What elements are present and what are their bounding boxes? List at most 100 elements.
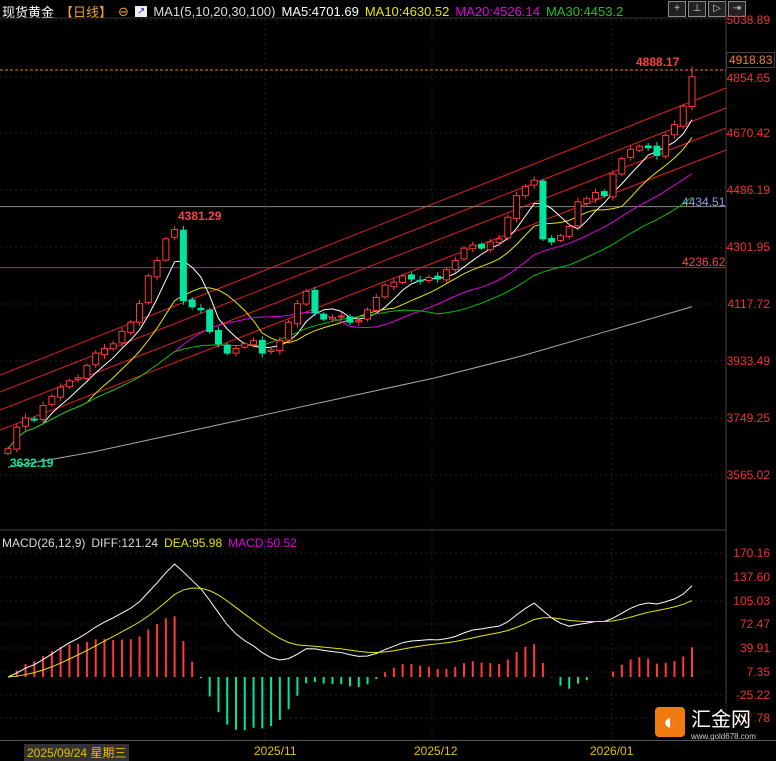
candle-body: [513, 195, 521, 219]
time-tick: 2025/11: [254, 744, 297, 758]
candle-body: [355, 320, 363, 323]
candle-body: [530, 179, 538, 186]
candle-body: [293, 303, 301, 325]
trend-line: [0, 149, 727, 431]
candle-body: [416, 279, 424, 282]
candle-body: [162, 238, 170, 261]
candle-body: [670, 124, 678, 136]
macd-tick: -25.22: [735, 688, 770, 702]
candle-body: [48, 395, 56, 405]
time-tick: 2026/01: [590, 744, 634, 758]
price-tick: 4301.95: [726, 240, 770, 254]
candle-body: [179, 229, 187, 302]
candle-body: [679, 105, 687, 127]
candle-body: [495, 238, 503, 243]
price-chart[interactable]: [0, 0, 776, 740]
price-tick: 3565.02: [726, 468, 770, 482]
price-tick: 5038.89: [726, 13, 770, 27]
candle-body: [232, 347, 240, 354]
candle-body: [390, 281, 398, 288]
candle-body: [109, 343, 117, 350]
candle-body: [556, 235, 564, 241]
candle-body: [92, 352, 100, 366]
candle-body: [39, 405, 47, 420]
candle-body: [250, 340, 258, 346]
low-label: 3632.19: [10, 456, 54, 470]
candle-body: [609, 173, 617, 198]
candle-body: [83, 364, 91, 379]
candle-body: [600, 191, 608, 197]
candle-body: [478, 243, 486, 249]
candle-body: [302, 290, 310, 305]
trend-line: [0, 107, 727, 393]
candle-body: [144, 275, 152, 303]
candle-body: [285, 321, 293, 341]
current-date: 2025/09/24 星期三: [24, 744, 130, 761]
peak-label: 4381.29: [178, 209, 222, 223]
price-tick: 4854.65: [726, 71, 770, 85]
price-tick: 4117.72: [727, 297, 771, 311]
price-tick: 3933.49: [726, 354, 770, 368]
macd-label: MACD(26,12,9): [2, 536, 86, 550]
candle-body: [118, 330, 126, 344]
candle-body: [644, 145, 652, 149]
trend-line: [0, 87, 727, 376]
candle-body: [241, 343, 249, 348]
ma20-line: [7, 173, 693, 450]
ma5-line: [7, 119, 693, 450]
candle-body: [337, 315, 345, 318]
time-tick: 2025/12: [414, 744, 458, 758]
candle-body: [653, 145, 661, 156]
diff-value: DIFF:121.24: [91, 536, 159, 550]
macd-tick: 7.35: [746, 665, 770, 679]
candle-body: [451, 259, 459, 270]
candle-body: [223, 344, 231, 354]
candle-body: [57, 386, 65, 398]
gold678-logo: ◐ 汇金网 www.gold678.com: [655, 703, 756, 741]
candle-body: [627, 148, 635, 158]
candle-body: [583, 198, 591, 204]
candle-body: [320, 313, 328, 320]
price-tick: 4670.42: [726, 126, 770, 140]
candle-body: [469, 244, 477, 250]
candle-body: [100, 347, 108, 356]
candle-body: [372, 296, 380, 311]
high-label: 4888.17: [636, 55, 680, 69]
price-tick: 3749.25: [726, 411, 770, 425]
candle-body: [267, 349, 275, 353]
candle-body: [153, 259, 161, 278]
candle-body: [311, 289, 319, 314]
candle-body: [214, 330, 222, 345]
macd-tick: 105.03: [733, 594, 770, 608]
candle-body: [425, 276, 433, 282]
candle-body: [188, 299, 196, 308]
candle-body: [434, 275, 442, 280]
candle-body: [565, 225, 573, 237]
candle-body: [328, 317, 336, 320]
candle-body: [258, 339, 266, 354]
candle-body: [618, 158, 626, 175]
candle-body: [635, 145, 643, 151]
candle-body: [399, 275, 407, 283]
candle-body: [688, 76, 696, 107]
macd-tick: 137.60: [733, 570, 770, 584]
dea-value: DEA:95.98: [164, 536, 223, 550]
candle-body: [442, 269, 450, 281]
candle-body: [486, 241, 494, 251]
candle-body: [548, 238, 556, 243]
macd-tick: 170.16: [733, 546, 770, 560]
candle-body: [504, 216, 512, 239]
candle-body: [74, 377, 82, 380]
candle-body: [521, 185, 529, 197]
candle-body: [171, 229, 179, 238]
support-label: 4434.51: [682, 195, 726, 209]
trend-line: [0, 127, 727, 411]
candle-body: [30, 418, 38, 421]
candle-body: [197, 307, 205, 311]
candle-body: [407, 274, 415, 280]
macd-tick: 39.91: [739, 641, 770, 655]
candle-body: [346, 316, 354, 323]
candle-body: [22, 417, 30, 427]
candle-body: [4, 448, 12, 454]
price-tick: 4486.19: [726, 183, 770, 197]
